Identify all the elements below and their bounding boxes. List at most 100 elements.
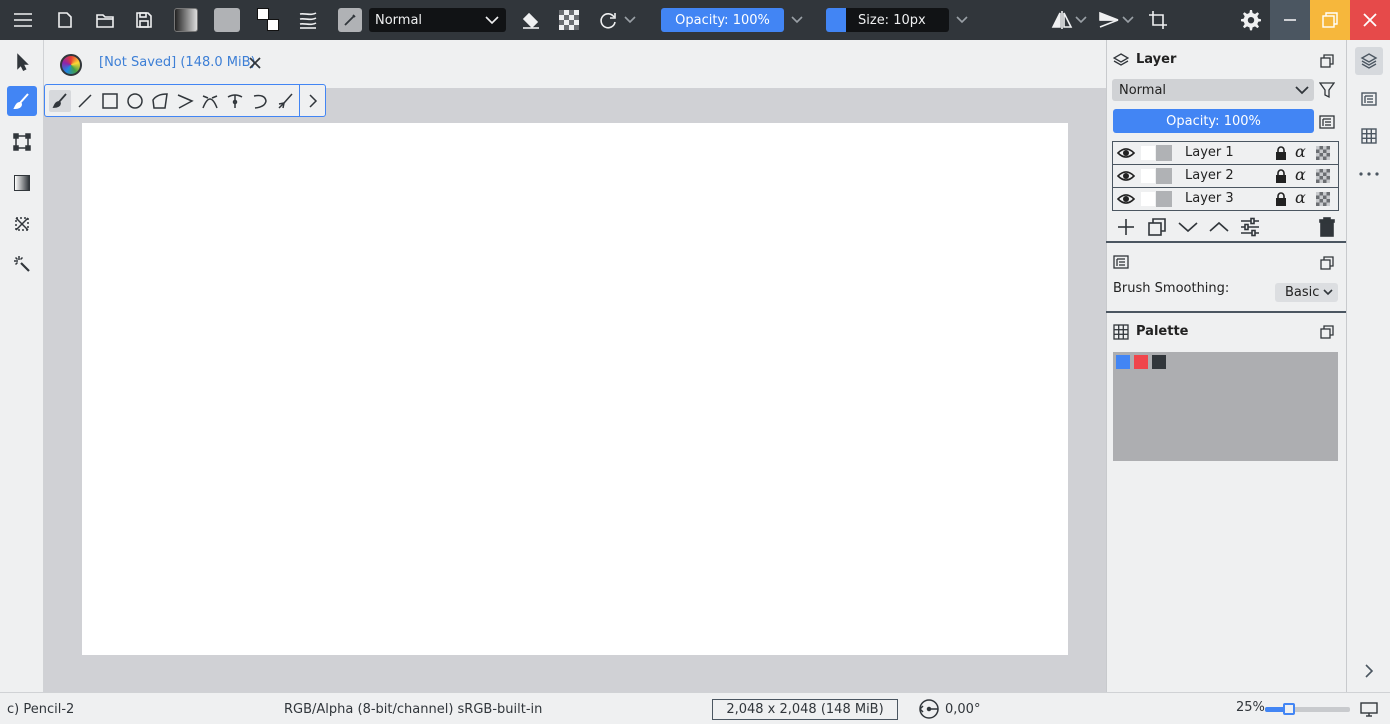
brush-presets-icon[interactable] — [296, 0, 320, 40]
preserve-alpha-icon[interactable] — [558, 0, 580, 40]
open-folder-icon[interactable] — [93, 0, 117, 40]
zoom-slider-handle[interactable] — [1283, 703, 1296, 715]
lock-icon[interactable] — [1274, 192, 1288, 207]
alpha-lock-icon[interactable]: α — [1295, 188, 1306, 207]
save-icon[interactable] — [132, 0, 156, 40]
brush-icon — [13, 92, 31, 110]
delete-layer-trash-icon[interactable] — [1315, 216, 1339, 238]
polyline-tool-icon[interactable] — [174, 90, 196, 112]
magic-wand-tool[interactable] — [7, 249, 37, 279]
dynamic-brush-tool-icon[interactable] — [249, 90, 271, 112]
opacity-dropdown-chevron-icon[interactable] — [789, 0, 805, 40]
size-dropdown-chevron-icon[interactable] — [954, 0, 970, 40]
palette-swatch[interactable] — [1116, 355, 1130, 369]
gradient-tool[interactable] — [7, 168, 37, 198]
selection-tool[interactable] — [7, 209, 37, 239]
mirror-horizontal-chevron-icon[interactable] — [1073, 0, 1089, 40]
palette-swatch-area[interactable] — [1113, 352, 1338, 461]
palette-swatch[interactable] — [1152, 355, 1166, 369]
menu-icon[interactable] — [10, 0, 36, 40]
layer-opacity-slider[interactable]: Opacity: 100% — [1113, 109, 1314, 133]
palette-swatch[interactable] — [1134, 355, 1148, 369]
brush-smoothing-label: Brush Smoothing: — [1113, 281, 1230, 296]
chevron-right-icon[interactable] — [1355, 657, 1383, 685]
lock-icon[interactable] — [1274, 169, 1288, 184]
gradient-preset-icon[interactable] — [174, 0, 198, 40]
reload-preset-icon[interactable] — [597, 0, 619, 40]
brush-tool[interactable] — [7, 86, 37, 116]
visibility-eye-icon[interactable] — [1117, 146, 1135, 160]
layer-properties-icon[interactable] — [1319, 114, 1335, 130]
inherit-alpha-icon[interactable] — [1316, 192, 1330, 206]
pattern-preset-icon[interactable] — [214, 0, 240, 40]
monitor-icon[interactable] — [1360, 701, 1378, 717]
rotation-icon[interactable] — [918, 698, 940, 720]
blend-mode-value: Normal — [375, 12, 423, 28]
layer-thumbnail — [1156, 168, 1172, 184]
transform-tool[interactable] — [7, 127, 37, 157]
color-space-status: RGB/Alpha (8-bit/channel) sRGB-built-in — [284, 702, 543, 717]
foreground-background-color-icon[interactable] — [254, 0, 282, 40]
add-layer-icon[interactable] — [1114, 216, 1138, 238]
polygon-tool-icon[interactable] — [149, 90, 171, 112]
mirror-vertical-chevron-icon[interactable] — [1120, 0, 1136, 40]
layers-docker-tab-icon[interactable] — [1355, 47, 1383, 75]
opacity-slider[interactable]: Opacity: 100% — [661, 8, 784, 32]
chevron-right-icon[interactable] — [302, 90, 324, 112]
inherit-alpha-icon[interactable] — [1316, 169, 1330, 183]
brush-smoothing-select[interactable]: Basic — [1275, 283, 1338, 302]
new-document-icon[interactable] — [53, 0, 77, 40]
blend-mode-select[interactable]: Normal — [369, 8, 506, 32]
ellipse-tool-icon[interactable] — [124, 90, 146, 112]
lock-icon[interactable] — [1274, 146, 1288, 161]
rectangle-tool-icon[interactable] — [99, 90, 121, 112]
layer-settings-sliders-icon[interactable] — [1238, 216, 1262, 238]
close-document-icon[interactable] — [247, 55, 263, 71]
line-tool-icon[interactable] — [74, 90, 96, 112]
document-tab-title[interactable]: [Not Saved] (148.0 MiB) — [99, 55, 256, 70]
palette-grid-icon — [1113, 324, 1129, 340]
inherit-alpha-icon[interactable] — [1316, 146, 1330, 160]
layer-name: Layer 2 — [1185, 168, 1234, 183]
reload-dropdown-chevron-icon[interactable] — [622, 0, 638, 40]
zoom-value: 25% — [1236, 700, 1265, 715]
freehand-path-tool-icon[interactable] — [224, 90, 246, 112]
freehand-brush-icon[interactable] — [49, 90, 71, 112]
size-slider[interactable]: Size: 10px — [846, 8, 949, 32]
select-tool[interactable] — [7, 47, 37, 77]
visibility-eye-icon[interactable] — [1117, 169, 1135, 183]
layer-blend-mode-select[interactable]: Normal — [1112, 79, 1314, 101]
bezier-curve-tool-icon[interactable] — [199, 90, 221, 112]
float-docker-icon[interactable] — [1320, 54, 1334, 68]
window-close-button[interactable] — [1350, 0, 1390, 40]
layer-row[interactable]: Layer 1 α — [1113, 142, 1338, 165]
settings-gear-icon[interactable] — [1238, 0, 1262, 40]
float-docker-icon[interactable] — [1320, 325, 1334, 339]
multibrush-tool-icon[interactable] — [274, 90, 296, 112]
window-minimize-button[interactable] — [1270, 0, 1310, 40]
layer-row[interactable]: Layer 3 α — [1113, 188, 1338, 211]
layer-name: Layer 3 — [1185, 191, 1234, 206]
layer-row[interactable]: Layer 2 α — [1113, 165, 1338, 188]
palette-docker-tab-icon[interactable] — [1355, 122, 1383, 150]
brush-editor-icon[interactable] — [338, 0, 362, 40]
zoom-slider[interactable] — [1265, 703, 1350, 715]
mirror-vertical-icon[interactable] — [1097, 0, 1121, 40]
alpha-lock-icon[interactable]: α — [1295, 142, 1306, 161]
transform-icon — [13, 133, 31, 151]
canvas[interactable] — [82, 123, 1068, 655]
move-layer-down-icon[interactable] — [1176, 216, 1200, 238]
mirror-horizontal-icon[interactable] — [1050, 0, 1074, 40]
more-options-icon[interactable] — [1355, 160, 1383, 188]
visibility-eye-icon[interactable] — [1117, 192, 1135, 206]
eraser-mode-icon[interactable] — [520, 0, 542, 40]
move-layer-up-icon[interactable] — [1207, 216, 1231, 238]
tool-options-docker-tab-icon[interactable] — [1355, 85, 1383, 113]
window-maximize-button[interactable] — [1310, 0, 1350, 40]
alpha-lock-icon[interactable]: α — [1295, 165, 1306, 184]
duplicate-layer-icon[interactable] — [1145, 216, 1169, 238]
filter-icon[interactable] — [1319, 81, 1335, 99]
crop-icon[interactable] — [1146, 0, 1170, 40]
float-docker-icon[interactable] — [1320, 256, 1334, 270]
image-size-status[interactable]: 2,048 x 2,048 (148 MiB) — [712, 699, 898, 720]
